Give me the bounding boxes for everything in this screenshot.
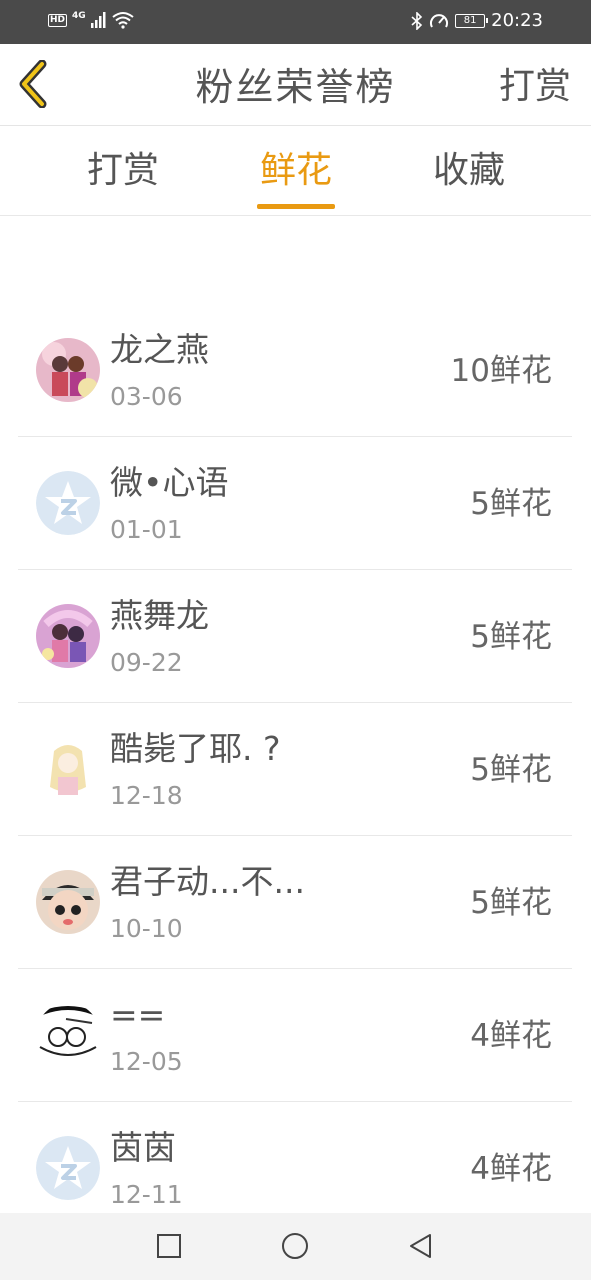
fan-date: 12-18 (110, 781, 183, 810)
avatar (36, 737, 100, 801)
fan-name: 燕舞龙 (110, 596, 209, 635)
fan-name: == (110, 995, 166, 1034)
avatar (36, 471, 100, 535)
status-bar: HD 4G 81 20:23 (0, 0, 591, 44)
network-type: 4G (72, 11, 86, 21)
battery-indicator: 81 (455, 14, 489, 28)
signal-icon (90, 12, 106, 28)
fan-name: 微•心语 (110, 463, 229, 502)
fan-date: 03-06 (110, 382, 183, 411)
home-circle-icon (282, 1233, 308, 1259)
flower-count: 10鲜花 (450, 353, 552, 389)
fan-date: 12-05 (110, 1047, 183, 1076)
flower-count: 5鲜花 (470, 486, 552, 522)
fan-date: 09-22 (110, 648, 183, 677)
avatar (36, 870, 100, 934)
wifi-icon (112, 12, 134, 29)
back-triangle-icon (410, 1234, 431, 1258)
speedometer-icon (430, 14, 449, 28)
list-item[interactable]: 酷毙了耶. ? 12-18 5鲜花 (18, 703, 572, 836)
list-item[interactable]: 微•心语 01-01 5鲜花 (18, 437, 572, 570)
fan-name: 酷毙了耶. ? (110, 729, 281, 768)
flower-count: 5鲜花 (470, 885, 552, 921)
avatar (36, 338, 100, 402)
tab-favorites[interactable]: 收藏 (399, 148, 539, 194)
fan-name: 茵茵 (110, 1128, 176, 1167)
avatar (36, 604, 100, 668)
system-nav-bar (0, 1213, 591, 1280)
list-item[interactable]: == 12-05 4鲜花 (18, 969, 572, 1102)
bluetooth-icon (411, 12, 423, 30)
reward-button[interactable]: 打赏 (499, 64, 571, 110)
fan-date: 10-10 (110, 914, 183, 943)
fan-name: 君子动...不... (110, 862, 305, 901)
recents-button[interactable] (154, 1231, 184, 1261)
list-item[interactable]: 君子动...不... 10-10 5鲜花 (18, 836, 572, 969)
tab-bar: 打赏 鲜花 收藏 (0, 126, 591, 216)
list-item[interactable]: 燕舞龙 09-22 5鲜花 (18, 570, 572, 703)
fan-date: 01-01 (110, 515, 183, 544)
tab-reward[interactable]: 打赏 (53, 148, 193, 194)
clock: 20:23 (491, 10, 543, 31)
recents-square-icon (157, 1234, 181, 1258)
status-left: HD 4G (48, 11, 134, 29)
flower-count: 5鲜花 (470, 619, 552, 655)
list-item[interactable]: 龙之燕 03-06 10鲜花 (18, 304, 572, 437)
flower-count: 5鲜花 (470, 752, 552, 788)
avatar (36, 1003, 100, 1067)
avatar (36, 1136, 100, 1200)
flower-count: 4鲜花 (470, 1018, 552, 1054)
active-tab-indicator (257, 204, 335, 209)
fan-name: 龙之燕 (110, 330, 209, 369)
fan-list: 龙之燕 03-06 10鲜花 微•心语 01-01 5鲜花 燕舞龙 09-22 … (18, 304, 572, 1235)
app-header: 粉丝荣誉榜 打赏 (0, 44, 591, 126)
fan-date: 12-11 (110, 1180, 183, 1209)
flower-count: 4鲜花 (470, 1151, 552, 1187)
tab-flowers[interactable]: 鲜花 (226, 148, 366, 194)
hd-badge: HD (48, 13, 68, 27)
home-button[interactable] (280, 1231, 310, 1261)
back-nav-button[interactable] (406, 1231, 436, 1261)
status-right: 81 20:23 (411, 11, 543, 31)
